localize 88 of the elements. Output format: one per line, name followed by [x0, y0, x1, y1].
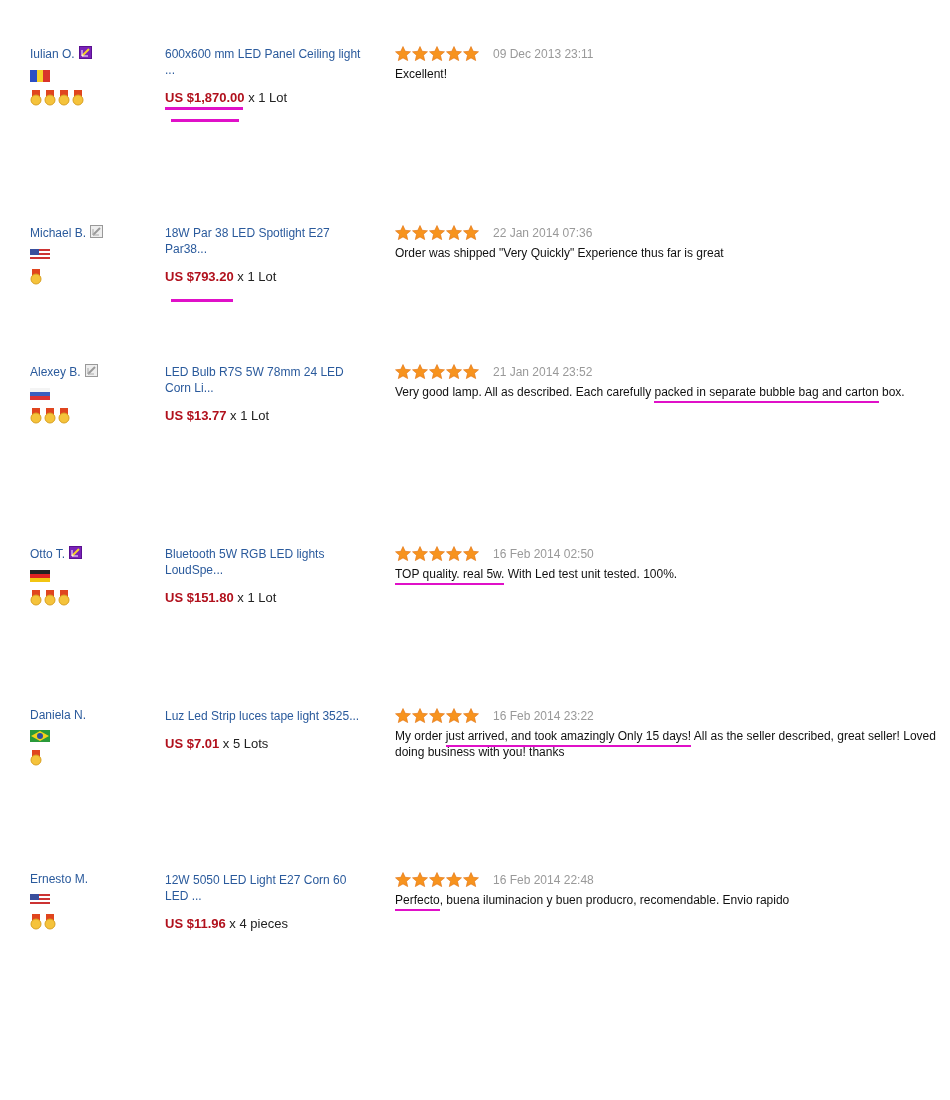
price: US $13.77: [165, 408, 227, 423]
medal-icon: [44, 590, 56, 606]
quantity: x 5 Lots: [222, 736, 269, 751]
medal-icon: [30, 408, 42, 424]
star-icon: [463, 364, 479, 379]
quantity: x 1 Lot: [237, 590, 277, 605]
quantity: x 1 Lot: [248, 90, 288, 105]
star-icon: [395, 46, 411, 61]
star-icon: [463, 225, 479, 240]
flag-icon: [30, 70, 50, 82]
star-icon: [446, 364, 462, 379]
flag-icon: [30, 249, 50, 261]
medal-icon: [72, 90, 84, 106]
price: US $7.01: [165, 736, 220, 751]
medal-icon: [30, 269, 42, 285]
product-link[interactable]: Luz Led Strip luces tape light 3525...: [165, 708, 370, 724]
product-link[interactable]: 600x600 mm LED Panel Ceiling light ...: [165, 46, 370, 78]
star-icon: [395, 708, 411, 723]
medal-icon: [30, 90, 42, 106]
star-icon: [429, 708, 445, 723]
quantity: x 4 pieces: [229, 916, 288, 931]
medal-icon: [30, 590, 42, 606]
star-icon: [429, 872, 445, 887]
quantity: x 1 Lot: [237, 269, 277, 284]
star-icon: [429, 225, 445, 240]
buyer-name[interactable]: Iulian O.: [30, 47, 75, 61]
product-link[interactable]: 18W Par 38 LED Spotlight E27 Par38...: [165, 225, 370, 257]
buyer-name[interactable]: Daniela N.: [30, 708, 87, 722]
medal-icon: [58, 408, 70, 424]
buyer-name[interactable]: Ernesto M.: [30, 872, 89, 886]
underline-mark: [171, 299, 233, 302]
star-icon: [463, 46, 479, 61]
star-icon: [412, 872, 428, 887]
review-comment: My order just arrived, and took amazingly Only 15 days! All as the seller described, great seller! Loved doing business with you! thanks: [395, 728, 937, 760]
star-icon: [395, 872, 411, 887]
star-icon: [412, 225, 428, 240]
product-link[interactable]: Bluetooth 5W RGB LED lights LoudSpe...: [165, 546, 370, 578]
review-date: 09 Dec 2013 23:11: [493, 46, 594, 61]
flag-icon: [30, 894, 50, 906]
star-icon: [446, 872, 462, 887]
medal-icon: [44, 408, 56, 424]
star-icon: [395, 225, 411, 240]
flag-icon: [30, 570, 50, 582]
buyer-name[interactable]: Michael B.: [30, 226, 87, 240]
medal-icon: [44, 90, 56, 106]
review-date: 16 Feb 2014 23:22: [493, 708, 594, 723]
star-icon: [463, 708, 479, 723]
underline-mark: [171, 119, 239, 122]
star-icon: [446, 708, 462, 723]
star-icon: [463, 872, 479, 887]
review-comment: Order was shipped "Very Quickly" Experience thus far is great: [395, 245, 725, 261]
star-icon: [395, 364, 411, 379]
price: US $151.80: [165, 590, 234, 605]
star-icon: [429, 364, 445, 379]
review-date: 16 Feb 2014 02:50: [493, 546, 594, 561]
quantity: x 1 Lot: [230, 408, 270, 423]
review-comment: Excellent!: [395, 66, 449, 82]
review-comment: Perfecto, buena iluminacion y buen producro, recomendable. Envio rapido: [395, 892, 943, 908]
star-icon: [412, 708, 428, 723]
price: US $11.96: [165, 916, 226, 931]
review-date: 16 Feb 2014 22:48: [493, 872, 594, 887]
star-icon: [412, 364, 428, 379]
star-icon: [429, 546, 445, 561]
review-comment: TOP quality. real 5w. With Led test unit tested. 100%.: [395, 566, 943, 582]
product-link[interactable]: 12W 5050 LED Light E27 Corn 60 LED ...: [165, 872, 370, 904]
medal-icon: [58, 590, 70, 606]
buyer-name[interactable]: Alexey B.: [30, 365, 81, 379]
medal-icon: [30, 750, 42, 766]
medal-icon: [30, 914, 42, 930]
flag-icon: [30, 388, 50, 400]
star-icon: [446, 546, 462, 561]
star-icon: [463, 546, 479, 561]
star-icon: [412, 546, 428, 561]
flag-icon: [30, 730, 50, 742]
review-date: 21 Jan 2014 23:52: [493, 364, 593, 379]
price: US $793.20: [165, 269, 234, 284]
star-icon: [446, 46, 462, 61]
buyer-name[interactable]: Otto T.: [30, 547, 66, 561]
medal-icon: [58, 90, 70, 106]
star-icon: [446, 225, 462, 240]
medal-icon: [44, 914, 56, 930]
star-icon: [395, 546, 411, 561]
review-comment: Very good lamp. All as described. Each carefully packed in separate bubble bag and carton box.: [395, 384, 943, 400]
product-link[interactable]: LED Bulb R7S 5W 78mm 24 LED Corn Li...: [165, 364, 370, 396]
star-icon: [429, 46, 445, 61]
review-date: 22 Jan 2014 07:36: [493, 225, 593, 240]
price: US $1,870.00: [165, 90, 245, 105]
star-icon: [412, 46, 428, 61]
